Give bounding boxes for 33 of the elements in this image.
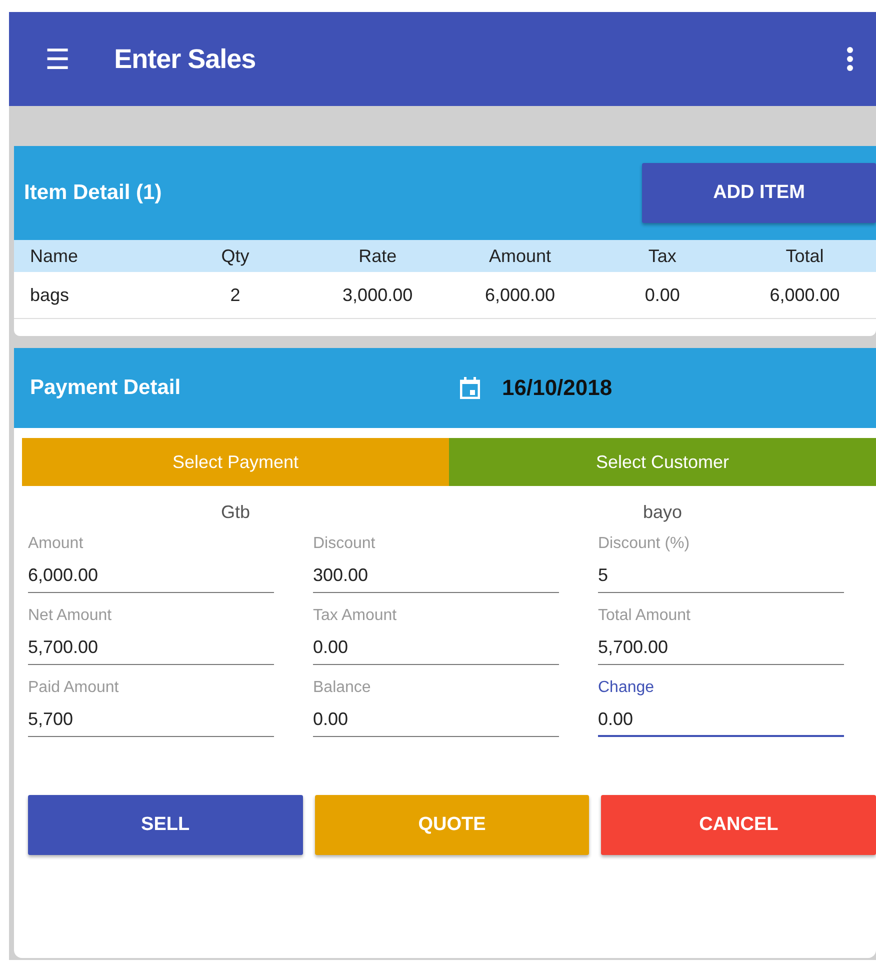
column-header: Tax	[647, 246, 678, 266]
input-field[interactable]: Net Amount 5,700.00	[28, 607, 274, 665]
table-cell-text: 6,000.00	[484, 284, 556, 306]
table-cell-text: 2	[229, 284, 242, 306]
more-options-icon[interactable]	[846, 46, 854, 72]
table-cell-text: bags	[29, 284, 70, 306]
section-title: Item Detail (1)	[24, 181, 162, 205]
column-header: Total	[784, 246, 825, 266]
section-title: Payment Detail	[30, 376, 182, 400]
action-button[interactable]: CANCEL	[601, 795, 876, 855]
input-field[interactable]: Discount (%) 5	[598, 535, 844, 593]
menu-button[interactable]: ☰	[45, 42, 70, 76]
input-field[interactable]: Balance 0.00	[313, 679, 559, 737]
input-field[interactable]: Total Amount 5,700.00	[598, 607, 844, 665]
input-field[interactable]: Paid Amount 5,700	[28, 679, 274, 737]
column-header: Amount	[488, 246, 552, 266]
add-item-button[interactable]: ADD ITEM	[642, 163, 876, 223]
screen-title: Enter Sales	[114, 44, 257, 74]
input-field[interactable]: Change 0.00	[598, 679, 844, 737]
column-header: Qty	[220, 246, 250, 266]
table-cell-text: 6,000.00	[768, 284, 841, 306]
action-button[interactable]: SELL	[28, 795, 303, 855]
table-cell-text: 3,000.00	[342, 284, 414, 306]
selected-value: Gtb	[220, 502, 250, 523]
table-cell-text: 0.00	[644, 284, 681, 306]
calendar-icon[interactable]	[460, 377, 480, 399]
column-header: Rate	[358, 246, 398, 266]
column-header: Name	[29, 246, 80, 266]
input-field[interactable]: Amount 6,000.00	[28, 535, 274, 593]
input-field[interactable]: Tax Amount 0.00	[313, 607, 559, 665]
input-field[interactable]: Discount 300.00	[313, 535, 559, 593]
selected-value: bayo	[642, 502, 682, 523]
date-text[interactable]: 16/10/2018	[502, 375, 612, 401]
